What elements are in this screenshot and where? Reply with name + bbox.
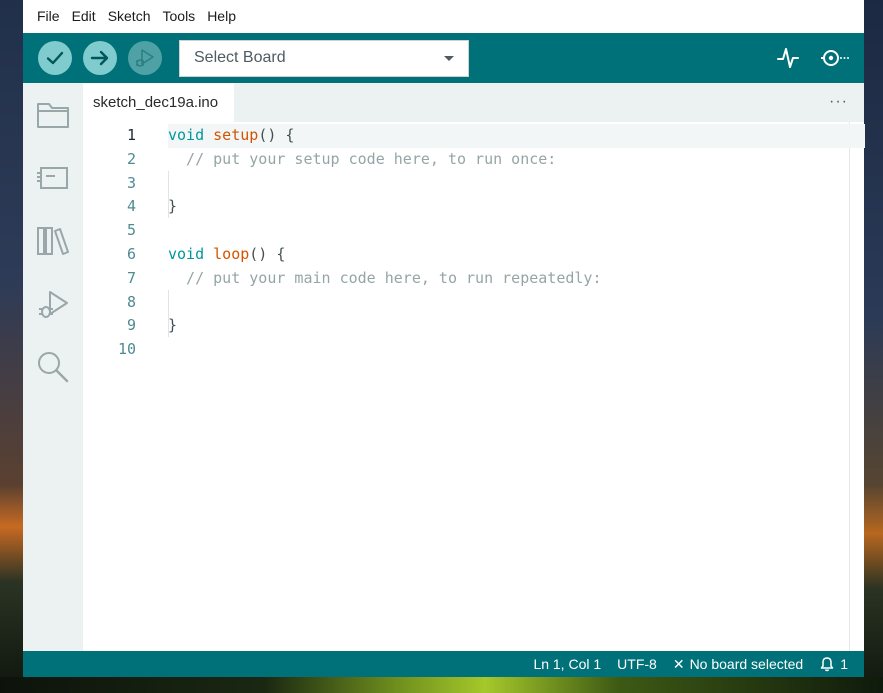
code-line[interactable] xyxy=(168,172,849,196)
line-number-gutter: 1 2 3 4 5 6 7 8 9 10 xyxy=(83,122,168,651)
statusbar: Ln 1, Col 1 UTF-8 ✕ No board selected 1 xyxy=(23,651,864,677)
code-token: } xyxy=(168,316,178,335)
line-number: 5 xyxy=(126,221,136,240)
code-line[interactable]: // put your setup code here, to run once… xyxy=(168,148,849,172)
code-token: void xyxy=(168,126,205,144)
check-icon xyxy=(46,51,64,65)
code-line[interactable]: } xyxy=(168,195,849,219)
board-status-label: No board selected xyxy=(689,656,804,672)
menu-file[interactable]: File xyxy=(31,0,66,33)
board-select-value: Select Board xyxy=(194,49,286,66)
tab-sketch-file[interactable]: sketch_dec19a.ino xyxy=(83,83,235,122)
code-line[interactable] xyxy=(168,219,849,243)
file-encoding[interactable]: UTF-8 xyxy=(617,656,657,672)
toolbar-right xyxy=(776,33,850,83)
line-number: 10 xyxy=(117,340,136,359)
editor-tabs: sketch_dec19a.ino ··· xyxy=(83,83,864,122)
line-number: 2 xyxy=(126,149,136,168)
debug-play-icon xyxy=(136,49,154,67)
desktop-background-left xyxy=(0,0,23,693)
line-number: 3 xyxy=(126,173,136,192)
menu-tools[interactable]: Tools xyxy=(157,0,202,33)
code-content[interactable]: void setup() { // put your setup code he… xyxy=(168,122,865,651)
code-token: loop xyxy=(213,244,250,263)
close-icon: ✕ xyxy=(672,655,685,672)
code-line[interactable]: void loop() { xyxy=(168,243,849,267)
code-token: setup xyxy=(213,126,259,144)
code-token: () { xyxy=(249,244,286,263)
sidebar xyxy=(23,83,83,651)
menu-sketch[interactable]: Sketch xyxy=(102,0,157,33)
notifications[interactable]: 1 xyxy=(819,656,848,672)
desktop-background-bottom xyxy=(0,677,883,693)
code-editor[interactable]: 1 2 3 4 5 6 7 8 9 10 void setup() { // put your s… xyxy=(83,122,865,651)
code-token: // put your main code here, to run repea… xyxy=(168,268,602,287)
notifications-count: 1 xyxy=(840,656,848,672)
sidebar-item-library-manager[interactable] xyxy=(34,222,72,260)
main-area: sketch_dec19a.ino ··· 1 2 3 4 5 6 7 8 9 10 void s… xyxy=(23,83,865,651)
library-icon xyxy=(37,227,69,255)
arrow-right-icon xyxy=(90,50,109,66)
line-number: 6 xyxy=(126,244,136,263)
search-icon xyxy=(38,352,69,383)
desktop-background-right xyxy=(864,0,883,693)
chevron-down-icon xyxy=(444,55,454,61)
code-token: } xyxy=(168,197,178,216)
toolbar: Select Board xyxy=(23,33,864,83)
plotter-icon[interactable] xyxy=(776,46,800,70)
code-line[interactable] xyxy=(168,291,849,315)
menu-help[interactable]: Help xyxy=(201,0,242,33)
code-token: void xyxy=(168,244,205,263)
code-line[interactable]: } xyxy=(168,314,849,338)
menubar: File Edit Sketch Tools Help xyxy=(23,0,864,33)
editor-area: sketch_dec19a.ino ··· 1 2 3 4 5 6 7 8 9 10 void s… xyxy=(83,83,865,651)
sidebar-item-boards-manager[interactable] xyxy=(34,159,72,197)
line-number: 7 xyxy=(126,268,136,287)
sidebar-item-search[interactable] xyxy=(34,348,72,386)
code-line[interactable]: void setup() { xyxy=(168,124,865,148)
more-actions-icon[interactable]: ··· xyxy=(829,93,848,111)
serial-monitor-icon[interactable] xyxy=(820,46,850,70)
line-number: 4 xyxy=(126,197,136,216)
line-number: 9 xyxy=(126,316,136,335)
board-status[interactable]: ✕ No board selected xyxy=(673,656,803,673)
debug-icon xyxy=(39,291,68,318)
debug-button[interactable] xyxy=(128,41,162,75)
folder-icon xyxy=(37,103,69,128)
menu-edit[interactable]: Edit xyxy=(66,0,102,33)
bell-icon xyxy=(820,657,834,672)
board-select-dropdown[interactable]: Select Board xyxy=(179,39,469,77)
code-line[interactable]: // put your main code here, to run repea… xyxy=(168,267,849,291)
cursor-position[interactable]: Ln 1, Col 1 xyxy=(533,656,601,672)
line-number: 8 xyxy=(126,292,136,311)
verify-button[interactable] xyxy=(38,41,72,75)
sidebar-item-debug[interactable] xyxy=(34,285,72,323)
board-manager-icon xyxy=(37,167,68,189)
code-line[interactable] xyxy=(168,338,849,362)
tab-label: sketch_dec19a.ino xyxy=(93,94,219,111)
code-token: // put your setup code here, to run once… xyxy=(168,149,557,168)
sidebar-item-sketchbook[interactable] xyxy=(34,96,72,134)
code-token: () { xyxy=(258,126,295,144)
arduino-ide-window: File Edit Sketch Tools Help Select Board xyxy=(23,0,865,677)
line-number: 1 xyxy=(126,126,136,144)
upload-button[interactable] xyxy=(83,41,117,75)
